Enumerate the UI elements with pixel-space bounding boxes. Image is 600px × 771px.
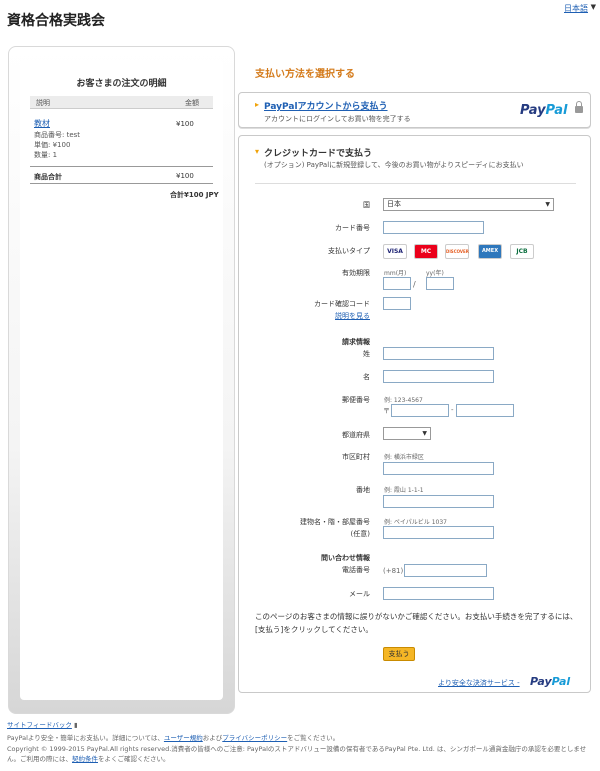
postal-input-2[interactable] — [456, 404, 514, 417]
expiry-separator: / — [413, 280, 416, 289]
first-name-label: 名 — [363, 373, 370, 381]
safer-payment-link[interactable]: より安全な決済サービス - — [438, 678, 520, 688]
credit-card-subtitle: (オプション) PayPalに新規登録して、今後のお買い物がよりスピーディにお支… — [264, 161, 524, 169]
prefecture-label: 都道府県 — [342, 431, 370, 439]
confirm-note: このページのお客さまの情報に誤りがないかご確認ください。お支払い手続きを完了する… — [255, 612, 578, 634]
city-hint: 例: 横浜市緑区 — [384, 454, 424, 461]
last-name-input[interactable] — [383, 347, 494, 360]
paypal-logo: PayPal — [520, 103, 568, 118]
item-unit-price: 単価: ¥100 — [34, 141, 71, 149]
subtotal-label: 商品合計 — [34, 173, 62, 181]
order-summary-title: お客さまの注文の明細 — [76, 79, 167, 89]
lock-icon — [575, 101, 583, 113]
order-total: 合計¥100 JPY — [170, 191, 219, 199]
building-input[interactable] — [383, 526, 494, 539]
country-label: 国 — [363, 201, 370, 209]
terms-link[interactable]: ユーザー規約 — [164, 734, 203, 742]
chevron-down-icon: ▼ — [422, 430, 427, 437]
phone-label: 電話番号 — [342, 566, 370, 574]
feedback-icon: ▮ — [73, 721, 78, 729]
paypal-option-subtitle: アカウントにログインしてお買い物を完了する — [264, 115, 411, 123]
choose-payment-title: 支払い方法を選択する — [255, 69, 355, 80]
divider — [30, 183, 213, 184]
visa-icon: VISA — [383, 244, 407, 259]
merchant-name: 資格合格実践会 — [7, 13, 105, 29]
footer-line-1: PayPalより安全・簡単にお支払い。詳細については、ユーザー規約およびプライバ… — [7, 734, 340, 742]
city-label: 市区町村 — [342, 453, 370, 461]
language-selector[interactable]: 日本語 — [564, 3, 588, 14]
amex-icon: AMEX — [478, 244, 502, 259]
phone-prefix: (+81) — [383, 567, 404, 575]
postal-input-1[interactable] — [391, 404, 449, 417]
jcb-icon: JCB — [510, 244, 534, 259]
email-label: メール — [349, 590, 370, 598]
address-input[interactable] — [383, 495, 494, 508]
contact-title: 問い合わせ情報 — [321, 554, 370, 562]
postal-prefix: 〒 — [383, 407, 390, 415]
item-number: 商品番号: test — [34, 131, 81, 139]
paypal-logo: PayPal — [530, 675, 571, 688]
pay-button[interactable]: 支払う — [383, 647, 415, 661]
expiry-year-hint: yy(年) — [426, 270, 444, 277]
mastercard-icon: MC — [414, 244, 438, 259]
cvv-help-link[interactable]: 説明を見る — [250, 311, 370, 321]
city-input[interactable] — [383, 462, 494, 475]
expiry-month-input[interactable] — [383, 277, 411, 290]
item-amount: ¥100 — [176, 120, 194, 128]
expiry-year-input[interactable] — [426, 277, 454, 290]
subtotal-value: ¥100 — [176, 172, 194, 180]
address-hint: 例: 霞山 1-1-1 — [384, 487, 424, 494]
paypal-account-link[interactable]: PayPalアカウントから支払う — [264, 99, 388, 112]
divider — [30, 166, 213, 167]
billing-title: 請求情報 — [342, 338, 370, 346]
footer-copyright: Copyright © 1999-2015 PayPal.All rights … — [7, 745, 587, 763]
payment-type-label: 支払いタイプ — [328, 247, 370, 255]
prefecture-select[interactable]: ▼ — [383, 427, 431, 440]
cvv-label: カード確認コード — [314, 300, 370, 308]
postal-label: 郵便番号 — [342, 396, 370, 404]
cvv-input[interactable] — [383, 297, 411, 310]
arrow-right-icon: ▸ — [255, 100, 260, 109]
feedback-link[interactable]: サイトフィードバック — [7, 721, 72, 729]
privacy-link[interactable]: プライバシーポリシー — [222, 734, 287, 742]
card-number-label: カード番号 — [335, 224, 370, 232]
item-quantity: 数量: 1 — [34, 151, 58, 159]
postal-separator: - — [451, 406, 454, 414]
divider — [255, 183, 576, 184]
first-name-input[interactable] — [383, 370, 494, 383]
chevron-down-icon: ▼ — [545, 201, 550, 208]
summary-header-row: 説明 金額 — [30, 96, 213, 109]
building-optional: (任意) — [350, 530, 370, 538]
card-number-input[interactable] — [383, 221, 484, 234]
chevron-down-icon[interactable]: ▼ — [591, 3, 596, 11]
phone-input[interactable] — [404, 564, 487, 577]
col-amount: 金額 — [185, 99, 199, 107]
expiry-label: 有効期限 — [342, 269, 370, 277]
address-label: 番地 — [356, 486, 370, 494]
expiry-month-hint: mm(月) — [384, 270, 407, 277]
country-select[interactable]: 日本 ▼ — [383, 198, 554, 211]
building-hint: 例: ペイパルビル 1037 — [384, 519, 447, 526]
conditions-link[interactable]: 契約条件 — [72, 755, 98, 763]
col-description: 説明 — [36, 99, 50, 107]
postal-hint: 例: 123-4567 — [384, 397, 423, 404]
building-label: 建物名・階・部屋番号 — [300, 518, 370, 526]
item-name-link[interactable]: 教材 — [34, 118, 50, 129]
last-name-label: 姓 — [363, 350, 370, 358]
discover-icon: DISCOVER — [445, 244, 469, 259]
arrow-down-icon: ▾ — [255, 147, 260, 156]
credit-card-title[interactable]: クレジットカードで支払う — [264, 146, 372, 159]
footer-feedback: サイトフィードバック ▮ — [7, 720, 593, 730]
email-input[interactable] — [383, 587, 494, 600]
